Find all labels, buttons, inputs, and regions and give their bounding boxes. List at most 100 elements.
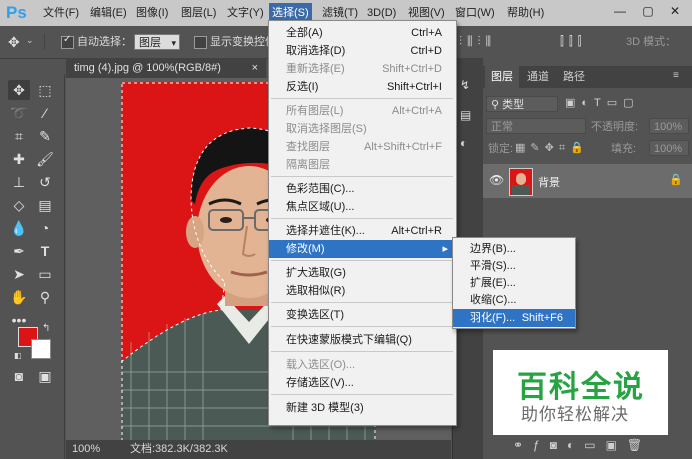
zoom-level[interactable]: 100% — [72, 440, 100, 459]
layer-kind-filter[interactable]: ⚲ 类型 — [486, 96, 558, 112]
show-transform-checkbox[interactable] — [194, 36, 207, 49]
menu-item-quick-mask[interactable]: 在快速蒙版模式下编辑(Q) — [269, 331, 456, 349]
menu-item-focus-area[interactable]: 焦点区域(U)... — [269, 198, 456, 216]
rectangle-tool-icon[interactable]: ▭ — [34, 264, 56, 284]
layer-row[interactable]: 👁 背景 🔒 — [483, 164, 692, 198]
lock-icons[interactable]: ▦✎✥⌗🔒 — [515, 141, 589, 155]
dodge-tool-icon[interactable]: ◔ — [34, 218, 56, 238]
auto-select-dropdown[interactable]: 图层 ▾ — [134, 34, 180, 50]
crop-tool-icon[interactable]: ⌗ — [8, 126, 30, 146]
submenu-item-expand[interactable]: 扩展(E)... — [453, 274, 575, 292]
submenu-item-contract[interactable]: 收缩(C)... — [453, 291, 575, 309]
doc-info[interactable]: 文档:382.3K/382.3K — [130, 440, 228, 459]
select-dropdown-menu: 全部(A) Ctrl+A 取消选择(D) Ctrl+D 重新选择(E) Shift+C… — [268, 20, 457, 426]
document-title: timg (4).jpg @ 100%(RGB/8#) — [74, 62, 221, 74]
watermark: 百科全说 助你轻松解决 — [493, 350, 668, 435]
move-tool-icon[interactable]: ✥ — [8, 80, 30, 100]
layer-thumbnail — [509, 168, 533, 196]
menu-help[interactable]: 帮助(H) — [504, 3, 547, 23]
menu-item-all[interactable]: 全部(A) Ctrl+A — [269, 24, 456, 42]
history-panel-icon[interactable]: ↯ — [460, 78, 470, 92]
path-select-icon[interactable]: ➤ — [8, 264, 30, 284]
layer-actions-bar[interactable]: ⚭ƒ◙◐▭▣🗑 — [513, 438, 688, 452]
blend-mode-dropdown[interactable]: 正常 — [486, 118, 586, 134]
tab-paths[interactable]: 路径 — [557, 66, 591, 88]
blur-tool-icon[interactable]: 💧 — [8, 218, 30, 238]
eyedropper-icon[interactable]: ✎ — [34, 126, 56, 146]
menu-item-similar[interactable]: 选取相似(R) — [269, 282, 456, 300]
close-icon[interactable]: × — [252, 58, 258, 78]
lasso-tool-icon[interactable]: ➰ — [8, 103, 30, 123]
menu-item-deselect[interactable]: 取消选择(D) Ctrl+D — [269, 42, 456, 60]
quick-select-icon[interactable]: ⁄ — [34, 103, 56, 123]
maximize-icon[interactable]: ▢ — [640, 3, 656, 19]
panel-menu-icon[interactable]: ≡ — [673, 70, 679, 81]
search-icon: ⚲ — [491, 99, 503, 111]
screen-mode-icon[interactable]: ▣ — [34, 366, 56, 386]
tab-channels[interactable]: 通道 — [521, 66, 555, 88]
gradient-tool-icon[interactable]: ▤ — [34, 195, 56, 215]
menu-item-new-3d-model[interactable]: 新建 3D 模型(3) — [269, 399, 456, 417]
menu-item-inverse[interactable]: 反选(I) Shift+Ctrl+I — [269, 78, 456, 96]
healing-brush-icon[interactable]: ✚ — [8, 149, 30, 169]
swap-colors-icon[interactable]: ↰ — [42, 323, 50, 334]
menu-item-find-layers[interactable]: 查找图层 Alt+Shift+Ctrl+F — [269, 138, 456, 156]
menu-item-transform-selection[interactable]: 变换选区(T) — [269, 306, 456, 324]
thumbnail-shirt — [512, 185, 530, 195]
align-icons[interactable]: ⫿⫿⫿ — [560, 34, 614, 50]
menu-item-modify[interactable]: 修改(M) ▸ — [269, 240, 456, 258]
menu-layer[interactable]: 图层(L) — [178, 3, 219, 23]
submenu-item-smooth[interactable]: 平滑(S)... — [453, 257, 575, 275]
menu-separator — [271, 351, 453, 352]
properties-panel-icon[interactable]: ▤ — [460, 108, 471, 122]
menu-item-reselect[interactable]: 重新选择(E) Shift+Ctrl+D — [269, 60, 456, 78]
move-tool-icon[interactable]: ✥ — [8, 34, 20, 51]
show-transform-label: 显示变换控件 — [210, 36, 276, 48]
opacity-field[interactable]: 100% — [649, 118, 689, 134]
filter-type-icons[interactable]: ▣◐T▭▢ — [565, 96, 665, 109]
background-color-swatch[interactable] — [31, 339, 51, 359]
menu-item-all-layers[interactable]: 所有图层(L) Alt+Ctrl+A — [269, 102, 456, 120]
close-icon[interactable]: ✕ — [667, 3, 683, 19]
eraser-tool-icon[interactable]: ◇ — [8, 195, 30, 215]
marquee-tool-icon[interactable]: ⬚ — [34, 80, 56, 100]
menu-file[interactable]: 文件(F) — [40, 3, 82, 23]
document-tab[interactable]: timg (4).jpg @ 100%(RGB/8#) × — [66, 58, 266, 78]
menu-type[interactable]: 文字(Y) — [224, 3, 267, 23]
type-tool-icon[interactable]: T — [34, 241, 56, 261]
auto-select-checkbox[interactable] — [61, 34, 74, 49]
menu-item-deselect-layers[interactable]: 取消选择图层(S) — [269, 120, 456, 138]
eye-icon[interactable]: 👁 — [489, 173, 504, 187]
menu-item-select-and-mask[interactable]: 选择并遮住(K)... Alt+Ctrl+R — [269, 222, 456, 240]
menu-window[interactable]: 窗口(W) — [452, 3, 498, 23]
menu-item-grow[interactable]: 扩大选取(G) — [269, 264, 456, 282]
history-brush-icon[interactable]: ↺ — [34, 172, 56, 192]
minimize-icon[interactable]: — — [612, 3, 628, 19]
menu-separator — [271, 98, 453, 99]
submenu-item-feather[interactable]: 羽化(F)... Shift+F6 — [453, 309, 575, 327]
mode-3d-label: 3D 模式： — [626, 36, 677, 48]
brush-tool-icon[interactable]: 🖌 — [34, 149, 56, 169]
menu-item-save-selection[interactable]: 存储选区(V)... — [269, 374, 456, 392]
menu-item-color-range[interactable]: 色彩范围(C)... — [269, 180, 456, 198]
fill-field[interactable]: 100% — [649, 140, 689, 156]
tab-layers[interactable]: 图层 — [485, 66, 519, 88]
hand-tool-icon[interactable]: ✋ — [8, 287, 30, 307]
menu-separator — [271, 394, 453, 395]
adjustments-panel-icon[interactable]: ◐ — [460, 136, 467, 150]
menu-separator — [271, 302, 453, 303]
menu-item-load-selection[interactable]: 载入选区(O)... — [269, 356, 456, 374]
menu-edit[interactable]: 编辑(E) — [87, 3, 130, 23]
clone-stamp-icon[interactable]: ⊥ — [8, 172, 30, 192]
submenu-item-border[interactable]: 边界(B)... — [453, 240, 575, 258]
default-colors-icon[interactable]: ◧ — [14, 351, 22, 360]
zoom-tool-icon[interactable]: ⚲ — [34, 287, 56, 307]
menu-separator — [271, 218, 453, 219]
distribute-icons[interactable]: ⫶⫼⫶⫼ — [459, 34, 549, 50]
chevron-down-icon[interactable]: ⌄ — [26, 35, 34, 46]
quick-mask-icon[interactable]: ◙ — [8, 366, 30, 386]
opacity-label: 不透明度: — [591, 121, 639, 133]
menu-item-isolate-layers[interactable]: 隔离图层 — [269, 156, 456, 174]
menu-image[interactable]: 图像(I) — [133, 3, 171, 23]
pen-tool-icon[interactable]: ✒ — [8, 241, 30, 261]
